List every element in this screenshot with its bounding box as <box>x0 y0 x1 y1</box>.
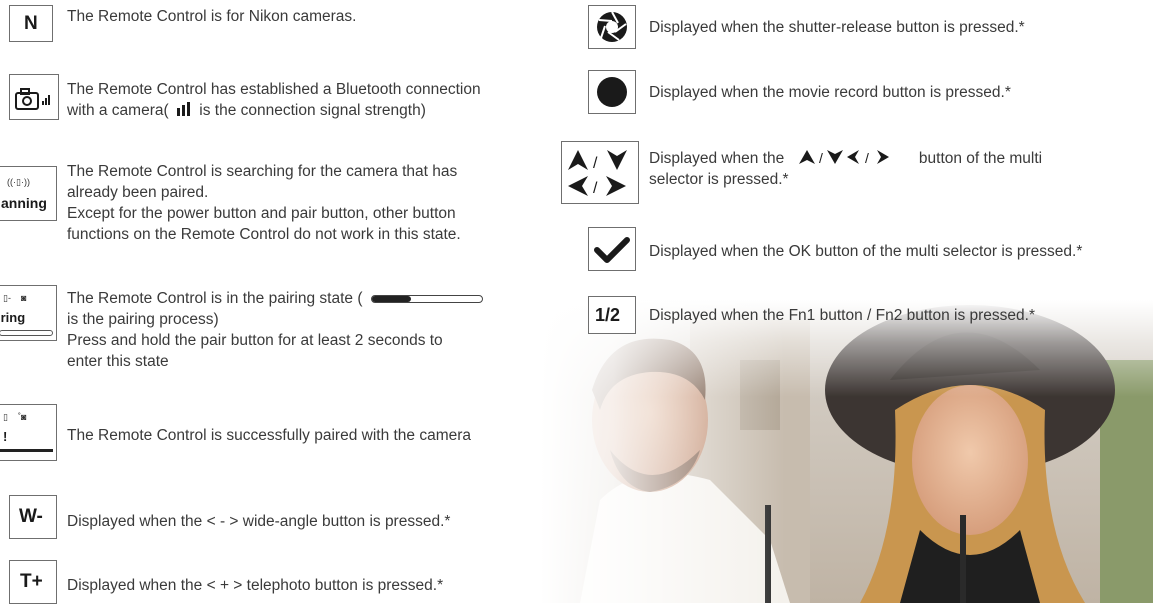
bluetooth-connection-description: The Remote Control has established a Blu… <box>67 81 481 119</box>
telephoto-icon: T+ <box>9 560 57 604</box>
arrow-buttons-inline-icon: / / <box>798 150 889 166</box>
fn-buttons-icon: 1/2 <box>588 296 636 334</box>
shutter-description: Displayed when the shutter-release butto… <box>649 19 1025 36</box>
multi-selector-arrows-icon: / / <box>561 141 639 204</box>
record-icon <box>588 70 636 114</box>
shutter-icon <box>588 5 636 49</box>
svg-text:/: / <box>593 155 598 172</box>
camera-connected-icon <box>9 74 59 120</box>
svg-text:/: / <box>593 180 598 197</box>
svg-text:/: / <box>865 150 869 165</box>
fn-description: Displayed when the Fn1 button / Fn2 butt… <box>649 307 1036 324</box>
ok-check-icon <box>588 227 636 271</box>
nikon-icon: N <box>9 5 53 42</box>
record-description: Displayed when the movie record button i… <box>649 84 1011 101</box>
ok-description: Displayed when the OK button of the mult… <box>649 243 1083 260</box>
signal-strength-icon <box>176 102 190 116</box>
background-photo <box>540 300 1153 603</box>
paired-icon: ▯ ˚◙ ! <box>0 404 57 461</box>
pairing-progress-bar <box>370 294 483 303</box>
paired-description: The Remote Control is successfully paire… <box>67 427 472 444</box>
pairing-icon: ▯- ◙ iring <box>0 285 57 341</box>
pairing-description: The Remote Control is in the pairing sta… <box>67 288 483 372</box>
nikon-description: The Remote Control is for Nikon cameras. <box>67 8 357 25</box>
wide-angle-icon: W- <box>9 495 57 539</box>
scanning-description: The Remote Control is searching for the … <box>67 163 461 243</box>
multi-selector-arrows-description: Displayed when the / / button of the mul… <box>649 150 1043 188</box>
svg-text:/: / <box>819 150 823 165</box>
telephoto-description: Displayed when the < + > telephoto butto… <box>67 577 444 594</box>
wide-angle-description: Displayed when the < - > wide-angle butt… <box>67 513 451 530</box>
scanning-icon: ((·▯·)) anning <box>0 166 57 221</box>
